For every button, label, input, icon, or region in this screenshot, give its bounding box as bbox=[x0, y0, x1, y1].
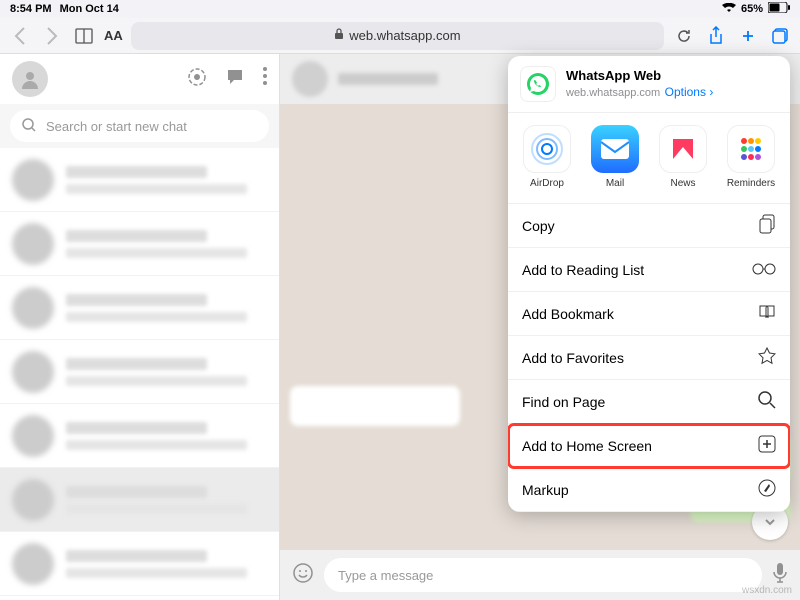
compose-bar: Type a message bbox=[280, 550, 800, 600]
share-sheet-header: WhatsApp Web web.whatsapp.com Options › bbox=[508, 56, 790, 113]
news-button[interactable]: News bbox=[650, 125, 716, 189]
chat-list[interactable] bbox=[0, 148, 279, 600]
chat-list-item[interactable] bbox=[0, 212, 279, 276]
forward-button[interactable] bbox=[40, 24, 64, 48]
glasses-icon bbox=[752, 262, 776, 278]
share-title: WhatsApp Web bbox=[566, 68, 713, 83]
markup-icon bbox=[758, 479, 776, 500]
search-placeholder: Search or start new chat bbox=[46, 119, 187, 134]
watermark: wsxdn.com bbox=[742, 585, 792, 596]
share-button[interactable] bbox=[704, 24, 728, 48]
chat-list-item[interactable] bbox=[0, 148, 279, 212]
reminders-button[interactable]: Reminders bbox=[718, 125, 784, 189]
favorites-action[interactable]: Add to Favorites bbox=[508, 336, 790, 380]
bookmark-action[interactable]: Add Bookmark bbox=[508, 292, 790, 336]
message-input[interactable]: Type a message bbox=[324, 558, 762, 592]
copy-action[interactable]: Copy bbox=[508, 204, 790, 248]
search-icon bbox=[22, 118, 36, 135]
plus-square-icon bbox=[758, 435, 776, 456]
sidebar: Search or start new chat bbox=[0, 54, 280, 600]
lock-icon bbox=[334, 28, 344, 43]
mail-button[interactable]: Mail bbox=[582, 125, 648, 189]
safari-toolbar: AA web.whatsapp.com bbox=[0, 18, 800, 54]
share-action-list: Copy Add to Reading List Add Bookmark Ad… bbox=[508, 204, 790, 512]
chat-list-item[interactable] bbox=[0, 596, 279, 600]
status-time: 8:54 PM bbox=[10, 3, 52, 15]
chat-list-item[interactable] bbox=[0, 276, 279, 340]
new-tab-button[interactable] bbox=[736, 24, 760, 48]
airdrop-button[interactable]: AirDrop bbox=[514, 125, 580, 189]
new-chat-icon[interactable] bbox=[225, 67, 245, 92]
battery-icon bbox=[768, 2, 790, 16]
star-icon bbox=[758, 347, 776, 368]
search-icon bbox=[758, 391, 776, 412]
copy-icon bbox=[758, 214, 776, 237]
share-subtitle: web.whatsapp.com bbox=[566, 87, 660, 99]
status-date: Mon Oct 14 bbox=[60, 3, 119, 15]
battery-percent: 65% bbox=[741, 3, 763, 15]
chat-list-item[interactable] bbox=[0, 468, 279, 532]
chat-list-item[interactable] bbox=[0, 532, 279, 596]
add-home-screen-action[interactable]: Add to Home Screen bbox=[508, 424, 790, 468]
book-icon bbox=[758, 304, 776, 323]
message-bubble[interactable] bbox=[290, 386, 470, 426]
share-options-link[interactable]: Options › bbox=[665, 85, 714, 99]
reload-button[interactable] bbox=[672, 24, 696, 48]
share-app-row: AirDrop Mail News Reminders bbox=[508, 113, 790, 204]
search-input[interactable]: Search or start new chat bbox=[10, 110, 269, 142]
back-button[interactable] bbox=[8, 24, 32, 48]
wifi-icon bbox=[722, 3, 736, 16]
status-icon[interactable] bbox=[187, 67, 207, 92]
reading-list-action[interactable]: Add to Reading List bbox=[508, 248, 790, 292]
user-avatar[interactable] bbox=[12, 61, 48, 97]
chat-list-item[interactable] bbox=[0, 340, 279, 404]
status-bar: 8:54 PM Mon Oct 14 65% bbox=[0, 0, 800, 18]
markup-action[interactable]: Markup bbox=[508, 468, 790, 512]
chat-list-item[interactable] bbox=[0, 404, 279, 468]
share-sheet: WhatsApp Web web.whatsapp.com Options › … bbox=[508, 56, 790, 512]
menu-icon[interactable] bbox=[263, 67, 267, 92]
url-bar[interactable]: web.whatsapp.com bbox=[131, 22, 664, 50]
whatsapp-icon bbox=[520, 66, 556, 102]
url-text: web.whatsapp.com bbox=[349, 28, 460, 43]
contact-avatar bbox=[292, 61, 328, 97]
contact-name bbox=[338, 73, 438, 85]
find-action[interactable]: Find on Page bbox=[508, 380, 790, 424]
tabs-button[interactable] bbox=[768, 24, 792, 48]
emoji-icon[interactable] bbox=[292, 562, 314, 589]
reader-aa-button[interactable]: AA bbox=[104, 28, 123, 43]
bookmarks-button[interactable] bbox=[72, 24, 96, 48]
sidebar-header bbox=[0, 54, 279, 104]
